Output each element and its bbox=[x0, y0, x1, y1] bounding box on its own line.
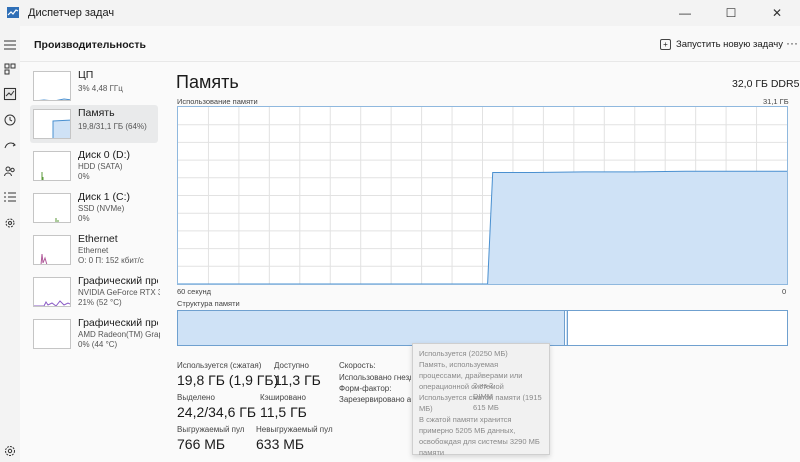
in-use-value: 19,8 ГБ (1,9 ГБ) bbox=[177, 372, 279, 388]
maximize-button[interactable]: ☐ bbox=[708, 0, 754, 26]
chart-axis-end: 0 bbox=[782, 287, 787, 296]
memory-thumbnail bbox=[33, 109, 71, 139]
cached-value: 11,5 ГБ bbox=[260, 404, 307, 420]
new-task-icon: + bbox=[660, 38, 671, 50]
paged-pool-value: 766 МБ bbox=[177, 436, 226, 452]
sidebar-item-usage: О: 0 П: 152 кбит/с bbox=[78, 256, 144, 265]
run-new-task-button[interactable]: + Запустить новую задачу bbox=[660, 36, 783, 52]
sidebar-item-label: Графический про bbox=[78, 317, 158, 329]
title-bar: Диспетчер задач — ☐ ✕ bbox=[0, 0, 800, 26]
startup-icon[interactable] bbox=[3, 138, 17, 152]
usage-chart-label: Использование памяти bbox=[177, 97, 258, 106]
memory-tooltip: Используется (20250 МБ) Память, использу… bbox=[412, 343, 550, 457]
slots-used-label: Использовано гнезд bbox=[339, 373, 411, 382]
memory-modified-segment[interactable] bbox=[565, 311, 568, 345]
sidebar-item-usage: 0% bbox=[78, 172, 90, 181]
hardware-reserved-value: 615 МБ bbox=[473, 403, 499, 412]
speed-label: Скорость: bbox=[339, 361, 376, 370]
performance-icon[interactable] bbox=[3, 87, 17, 101]
nonpaged-pool-value: 633 МБ bbox=[256, 436, 305, 452]
memory-spec: 32,0 ГБ DDR5 bbox=[732, 78, 800, 90]
sidebar-item-gpu0[interactable]: Графический про NVIDIA GeForce RTX 307 2… bbox=[30, 273, 160, 311]
cpu-thumbnail bbox=[33, 71, 71, 101]
gpu0-thumbnail bbox=[33, 277, 71, 307]
tooltip-compressed-desc: В сжатой памяти хранится примерно 5205 М… bbox=[419, 415, 540, 457]
form-factor-value: DIMM bbox=[473, 392, 493, 401]
sidebar-item-label: Ethernet bbox=[78, 233, 118, 245]
in-use-label: Используется (сжатая) bbox=[177, 361, 262, 370]
available-value: 11,3 ГБ bbox=[274, 372, 321, 388]
nonpaged-pool-label: Невыгружаемый пул bbox=[256, 425, 333, 434]
tooltip-in-use: Используется (20250 МБ) bbox=[419, 349, 508, 358]
details-icon[interactable] bbox=[3, 190, 17, 204]
services-icon[interactable] bbox=[3, 216, 17, 230]
disk1-thumbnail bbox=[33, 193, 71, 223]
usage-chart-max: 31,1 ГБ bbox=[763, 97, 789, 106]
sidebar-item-label: Диск 1 (C:) bbox=[78, 191, 130, 203]
sidebar-item-disk1[interactable]: Диск 1 (C:) SSD (NVMe) 0% bbox=[30, 189, 158, 227]
hamburger-icon[interactable] bbox=[3, 38, 17, 52]
form-factor-label: Форм-фактор: bbox=[339, 384, 392, 393]
committed-label: Выделено bbox=[177, 393, 215, 402]
task-manager-icon bbox=[7, 7, 19, 18]
sidebar-item-detail: 19,8/31,1 ГБ (64%) bbox=[78, 122, 147, 131]
sidebar-item-gpu1[interactable]: Графический про AMD Radeon(TM) Graph 0% … bbox=[30, 315, 160, 353]
run-new-task-label: Запустить новую задачу bbox=[676, 38, 783, 50]
structure-label: Структура памяти bbox=[177, 299, 240, 308]
sidebar-item-usage: 0% bbox=[78, 214, 90, 223]
more-options-button[interactable]: ··· bbox=[786, 36, 798, 50]
sidebar-item-detail: NVIDIA GeForce RTX 307 bbox=[78, 288, 160, 297]
hardware-reserved-label: Зарезервировано ап bbox=[339, 395, 411, 404]
memory-usage-chart bbox=[177, 106, 788, 285]
page-title: Производительность bbox=[34, 39, 146, 51]
committed-value: 24,2/34,6 ГБ bbox=[177, 404, 257, 420]
processes-icon[interactable] bbox=[3, 62, 17, 76]
sidebar-item-disk0[interactable]: Диск 0 (D:) HDD (SATA) 0% bbox=[30, 147, 158, 185]
sidebar-item-detail: AMD Radeon(TM) Graph bbox=[78, 330, 160, 339]
sidebar-item-cpu[interactable]: ЦП 3% 4,48 ГГц bbox=[30, 67, 158, 105]
sidebar-item-detail: SSD (NVMe) bbox=[78, 204, 125, 213]
sidebar-item-detail: Ethernet bbox=[78, 246, 109, 255]
sidebar-item-label: Графический про bbox=[78, 275, 158, 287]
nav-rail bbox=[0, 26, 20, 462]
memory-composition-bar[interactable] bbox=[177, 310, 788, 346]
available-label: Доступно bbox=[274, 361, 309, 370]
paged-pool-label: Выгружаемый пул bbox=[177, 425, 245, 434]
chart-axis-start: 60 секунд bbox=[177, 287, 211, 296]
minimize-button[interactable]: — bbox=[662, 0, 708, 26]
settings-icon[interactable] bbox=[3, 444, 17, 458]
memory-in-use-segment[interactable] bbox=[178, 311, 565, 345]
sidebar-item-label: Память bbox=[78, 107, 115, 119]
sidebar-item-ethernet[interactable]: Ethernet Ethernet О: 0 П: 152 кбит/с bbox=[30, 231, 158, 269]
sidebar-item-usage: 0% (44 °C) bbox=[78, 340, 118, 349]
close-button[interactable]: ✕ bbox=[754, 0, 800, 26]
sidebar-item-usage: 21% (52 °C) bbox=[78, 298, 122, 307]
history-icon[interactable] bbox=[3, 113, 17, 127]
sidebar-item-label: Диск 0 (D:) bbox=[78, 149, 130, 161]
memory-title: Память bbox=[176, 72, 239, 92]
disk0-thumbnail bbox=[33, 151, 71, 181]
sidebar-item-memory[interactable]: Память 19,8/31,1 ГБ (64%) bbox=[30, 105, 158, 143]
sidebar-item-label: ЦП bbox=[78, 69, 94, 81]
sidebar-item-detail: 3% 4,48 ГГц bbox=[78, 84, 123, 93]
window-title: Диспетчер задач bbox=[28, 7, 115, 19]
users-icon[interactable] bbox=[3, 164, 17, 178]
performance-content: ЦП 3% 4,48 ГГц Память 19,8/31,1 ГБ (64%)… bbox=[20, 62, 800, 462]
gpu1-thumbnail bbox=[33, 319, 71, 349]
memory-usage-plot bbox=[178, 107, 787, 285]
cached-label: Кэшировано bbox=[260, 393, 307, 402]
sidebar-item-detail: HDD (SATA) bbox=[78, 162, 123, 171]
page-header: Производительность + Запустить новую зад… bbox=[20, 26, 800, 62]
ethernet-thumbnail bbox=[33, 235, 71, 265]
slots-used-value: 2 из 2 bbox=[473, 381, 494, 390]
